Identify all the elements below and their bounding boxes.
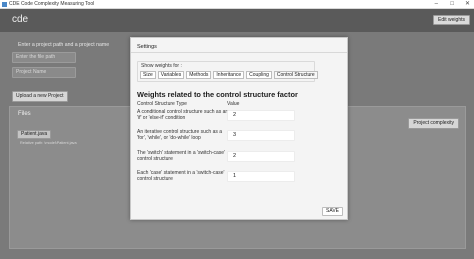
tab-variables[interactable]: Variables: [157, 71, 185, 79]
minimize-icon[interactable]: –: [435, 1, 438, 7]
settings-dialog: Settings Show weights for : Size Variabl…: [130, 37, 348, 220]
tab-control-structure[interactable]: Control Structure: [273, 71, 318, 79]
edit-weights-button[interactable]: Edit weights: [433, 15, 470, 25]
tab-inheritance[interactable]: Inheritance: [213, 71, 245, 79]
project-complexity-button[interactable]: Project complexity: [408, 118, 459, 129]
show-weights-label: Show weights for :: [140, 63, 183, 69]
row-label-case: Each 'case' statement in a 'switch-case'…: [137, 170, 225, 182]
dialog-title: Settings: [137, 44, 157, 50]
column-header-type: Control Structure Type: [137, 101, 187, 107]
title-bar: CDE Code Complexity Measuring Tool – □ ✕: [0, 0, 474, 9]
maximize-icon[interactable]: □: [450, 1, 454, 7]
weights-tab-bar: Size Variables Methods Inheritance Coupl…: [140, 71, 318, 79]
row-label-conditional: A conditional control structure such as …: [137, 109, 229, 121]
tab-coupling[interactable]: Coupling: [246, 71, 272, 79]
column-header-value: Value: [227, 101, 240, 107]
file-path-input[interactable]: Enter the file path: [12, 52, 76, 63]
files-label: Files: [18, 111, 31, 117]
row-label-switch: The 'switch' statement in a 'switch-case…: [137, 150, 226, 162]
upload-project-button[interactable]: Upload a new Project: [12, 91, 68, 102]
app-icon: [2, 2, 7, 7]
tab-size[interactable]: Size: [140, 71, 156, 79]
file-item-button[interactable]: Patient.java: [17, 130, 52, 139]
tab-methods[interactable]: Methods: [186, 71, 212, 79]
iterative-weight-input[interactable]: 3: [227, 130, 295, 141]
app-header: cde Edit weights: [0, 9, 474, 32]
dialog-divider: [131, 52, 347, 53]
case-weight-input[interactable]: 1: [227, 171, 295, 182]
section-heading: Weights related to the control structure…: [137, 90, 298, 99]
project-section-label: Enter a project path and a project name: [18, 42, 110, 48]
switch-weight-input[interactable]: 2: [227, 151, 295, 162]
conditional-weight-input[interactable]: 2: [227, 110, 295, 121]
close-icon[interactable]: ✕: [465, 1, 470, 7]
row-label-iterative: An iterative control structure such as a…: [137, 129, 223, 141]
file-relative-path: Relative path: \model\Patient.java: [20, 141, 77, 145]
project-name-input[interactable]: Project Name: [12, 67, 76, 78]
save-button[interactable]: SAVE: [322, 207, 343, 216]
window-title: CDE Code Complexity Measuring Tool: [9, 1, 95, 7]
app-name: cde: [12, 14, 29, 25]
